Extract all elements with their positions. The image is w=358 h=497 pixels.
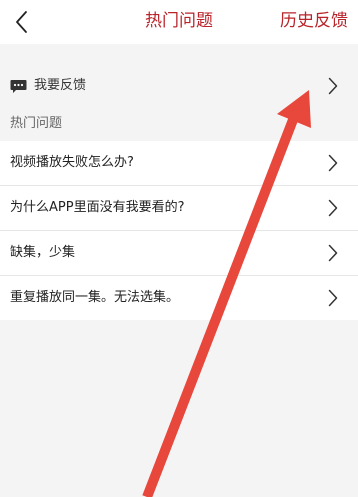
- faq-item[interactable]: 为什么APP里面没有我要看的?: [0, 186, 358, 231]
- faq-item[interactable]: 缺集，少集: [0, 231, 358, 276]
- chevron-right-icon: [328, 199, 338, 217]
- chevron-right-icon: [328, 244, 338, 262]
- faq-item-label: 缺集，少集: [10, 245, 76, 260]
- chevron-right-icon: [328, 154, 338, 172]
- feedback-row[interactable]: 我要反馈: [0, 64, 358, 108]
- header-bar: 热门问题 历史反馈: [0, 0, 358, 44]
- faq-item-label: 为什么APP里面没有我要看的?: [10, 200, 185, 215]
- feedback-label: 我要反馈: [34, 78, 87, 93]
- chevron-right-icon: [328, 289, 338, 307]
- faq-item[interactable]: 视频播放失败怎么办?: [0, 141, 358, 186]
- chat-bubble-icon: [10, 80, 27, 93]
- faq-list: 视频播放失败怎么办? 为什么APP里面没有我要看的? 缺集，少集 重复播放同一集…: [0, 141, 358, 320]
- faq-item[interactable]: 重复播放同一集。无法选集。: [0, 276, 358, 320]
- faq-item-label: 重复播放同一集。无法选集。: [10, 290, 180, 305]
- section-title: 热门问题: [10, 116, 63, 131]
- faq-item-label: 视频播放失败怎么办?: [10, 155, 134, 170]
- history-feedback-link[interactable]: 历史反馈: [280, 10, 348, 32]
- chevron-right-icon: [328, 77, 338, 95]
